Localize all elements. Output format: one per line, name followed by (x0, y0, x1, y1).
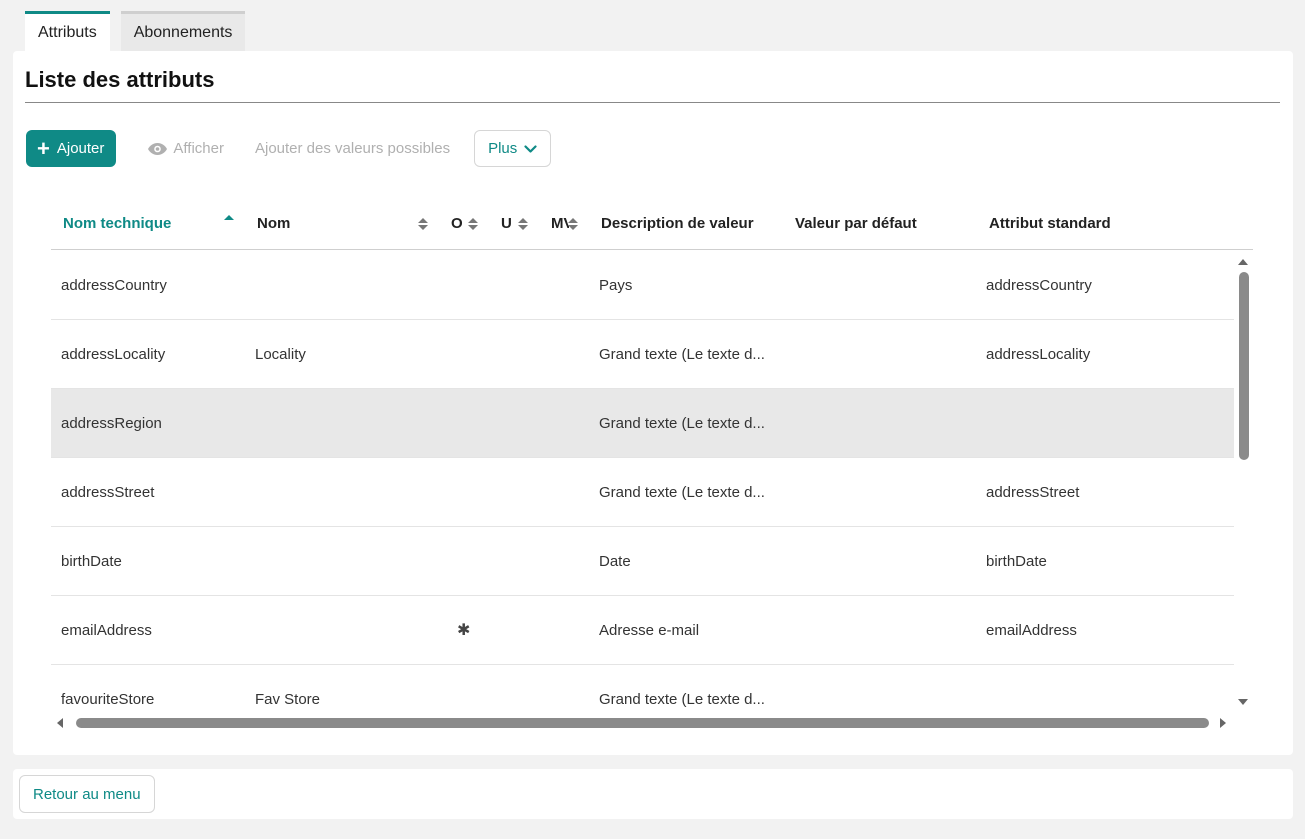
table-row[interactable]: favouriteStore Fav Store Grand texte (Le… (51, 665, 1234, 716)
column-header-attribut-standard[interactable]: Attribut standard (989, 196, 1111, 250)
sort-icon[interactable] (567, 217, 579, 231)
footer-bar: Retour au menu (13, 769, 1293, 819)
attributes-table: Nom technique Nom O U MV Description de … (51, 196, 1266, 731)
add-button-label: Ajouter (56, 140, 105, 157)
view-button[interactable]: Afficher (148, 140, 224, 157)
column-header-u[interactable]: U (501, 196, 512, 250)
table-row[interactable]: emailAddress ✱ Adresse e-mail emailAddre… (51, 596, 1234, 665)
table-header: Nom technique Nom O U MV Description de … (51, 196, 1253, 250)
view-button-label: Afficher (173, 140, 224, 157)
column-label: Nom technique (63, 214, 172, 232)
column-label: O (451, 214, 463, 232)
horizontal-scroll-thumb[interactable] (76, 718, 1209, 728)
table-row[interactable]: birthDate Date birthDate (51, 527, 1234, 596)
cell-technical-name: birthDate (61, 552, 122, 570)
cell-technical-name: addressRegion (61, 414, 162, 432)
column-label: U (501, 214, 512, 232)
mandatory-asterisk-icon: ✱ (457, 622, 471, 639)
scroll-left-arrow-icon[interactable] (55, 717, 64, 729)
cell-technical-name: addressCountry (61, 276, 167, 294)
scroll-up-arrow-icon[interactable] (1237, 257, 1249, 266)
cell-standard-attribute: addressLocality (986, 345, 1091, 363)
main-panel: Liste des attributs + Ajouter Afficher A… (13, 51, 1293, 755)
sort-icon[interactable] (467, 217, 479, 231)
cell-technical-name: addressStreet (61, 483, 155, 501)
table-row-selected[interactable]: addressRegion Grand texte (Le texte d... (51, 389, 1234, 458)
sort-icon[interactable] (417, 217, 429, 231)
column-label: Nom (257, 214, 291, 232)
plus-icon: + (37, 135, 50, 161)
cell-technical-name: favouriteStore (61, 690, 155, 708)
table-row[interactable]: addressCountry Pays addressCountry (51, 251, 1234, 320)
cell-description: Adresse e-mail (599, 621, 700, 639)
sort-icon[interactable] (517, 217, 529, 231)
column-header-nom[interactable]: Nom (257, 196, 290, 250)
cell-technical-name: addressLocality (61, 345, 166, 363)
cell-standard-attribute: birthDate (986, 552, 1047, 570)
page-title: Liste des attributs (25, 67, 215, 92)
cell-standard-attribute: emailAddress (986, 621, 1077, 639)
table-row[interactable]: addressLocality Locality Grand texte (Le… (51, 320, 1234, 389)
column-header-description-de-valeur[interactable]: Description de valeur (601, 196, 754, 250)
scroll-right-arrow-icon[interactable] (1219, 717, 1228, 729)
cell-description: Date (599, 552, 631, 570)
tab-bar: Attributs Abonnements (25, 11, 256, 51)
column-header-nom-technique[interactable]: Nom technique (63, 196, 171, 250)
cell-description: Grand texte (Le texte d... (599, 414, 765, 432)
cell-description: Grand texte (Le texte d... (599, 345, 765, 363)
column-label: Valeur par défaut (795, 214, 917, 232)
toolbar: + Ajouter Afficher Ajouter des valeurs p… (26, 130, 552, 167)
cell-name: Fav Store (255, 690, 321, 708)
cell-name: Locality (255, 345, 306, 363)
add-possible-values-button[interactable]: Ajouter des valeurs possibles (255, 140, 450, 157)
more-button-label: Plus (488, 140, 518, 157)
cell-standard-attribute: addressCountry (986, 276, 1092, 294)
cell-description: Pays (599, 276, 633, 294)
scroll-down-arrow-icon[interactable] (1237, 698, 1249, 707)
vertical-scroll-thumb[interactable] (1239, 272, 1249, 460)
column-header-valeur-par-defaut[interactable]: Valeur par défaut (795, 196, 917, 250)
column-label: Description de valeur (601, 214, 754, 232)
cell-technical-name: emailAddress (61, 621, 152, 639)
table-row[interactable]: addressStreet Grand texte (Le texte d...… (51, 458, 1234, 527)
add-button[interactable]: + Ajouter (26, 130, 117, 167)
title-divider (25, 102, 1280, 103)
back-to-menu-button[interactable]: Retour au menu (19, 775, 155, 813)
column-label: Attribut standard (989, 214, 1111, 232)
sort-ascending-icon[interactable] (223, 213, 235, 227)
cell-description: Grand texte (Le texte d... (599, 483, 765, 501)
horizontal-scrollbar[interactable] (51, 716, 1241, 730)
table-body: addressCountry Pays addressCountry addre… (51, 251, 1234, 716)
add-possible-values-label: Ajouter des valeurs possibles (254, 140, 451, 157)
column-header-o[interactable]: O (451, 196, 463, 250)
tab-abonnements[interactable]: Abonnements (120, 11, 246, 51)
chevron-down-icon (524, 144, 537, 153)
vertical-scrollbar[interactable] (1236, 253, 1250, 723)
eye-icon (148, 142, 168, 155)
cell-standard-attribute: addressStreet (986, 483, 1080, 501)
tab-attributs[interactable]: Attributs (25, 11, 110, 51)
more-dropdown-button[interactable]: Plus (474, 130, 552, 167)
cell-description: Grand texte (Le texte d... (599, 690, 765, 708)
